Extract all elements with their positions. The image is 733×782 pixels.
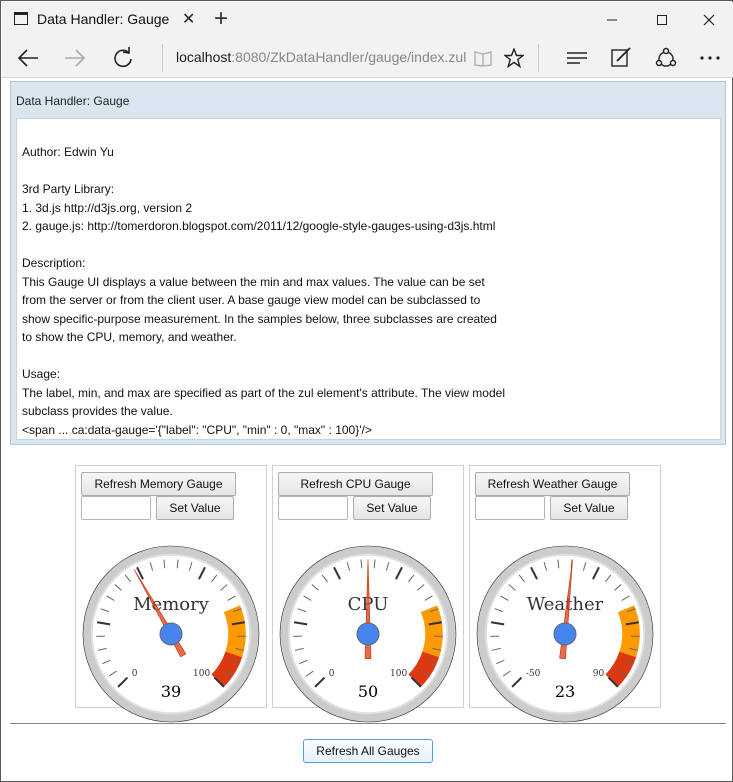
book-icon [474,51,492,67]
address-bar[interactable]: localhost:8080/ZkDataHandler/gauge/index… [176,49,466,65]
maximize-icon [657,15,667,25]
gauge-needle-hub [159,622,183,646]
refresh-all-gauges-button[interactable]: Refresh All Gauges [303,739,433,763]
gauge-label: Memory [133,594,210,615]
refresh-memory-gauge-button[interactable]: Refresh Memory Gauge [81,472,236,496]
star-icon [504,48,524,68]
back-arrow-icon [17,49,38,67]
description-line: Usage: [22,367,61,381]
refresh-button[interactable] [105,42,141,74]
navigation-bar: localhost:8080/ZkDataHandler/gauge/index… [2,38,733,78]
url-separator [162,44,163,72]
gauge-value-input[interactable] [278,496,348,520]
share-icon [655,47,677,67]
description-line: show specific-purpose measurement. In th… [22,311,497,326]
maximize-button[interactable] [639,2,685,38]
close-icon [703,14,715,26]
url-host: localhost [176,49,232,65]
info-panel: Data Handler: Gauge Author: Edwin Yu 3rd … [10,81,726,445]
gauge-value-input[interactable] [81,496,151,520]
tab-title: Data Handler: Gauge [37,11,170,27]
gauge-label: Weather [527,594,604,615]
favorite-button[interactable] [500,44,528,72]
hub-button[interactable] [563,44,591,72]
description-line: to show the CPU, memory, and weather. [22,330,237,344]
description-line: Author: Edwin Yu [22,145,114,159]
close-tab-icon[interactable]: ✕ [182,9,195,29]
toolbar-separator [538,44,539,72]
refresh-cpu-gauge-button[interactable]: Refresh CPU Gauge [278,472,433,496]
gauge-card-memory: Refresh Memory Gauge Set Value 0 100 Memory 3… [75,465,267,723]
back-button[interactable] [10,42,46,74]
gauge-value-text: 23 [555,682,575,701]
forward-arrow-icon [65,49,86,67]
description-line [22,236,720,255]
url-path: :8080/ZkDataHandler/gauge/index.zul [231,49,467,65]
set-value-button[interactable]: Set Value [550,496,628,520]
description-line: 2. gauge.js: http://tomerdoron.blogspot.… [22,219,496,233]
title-bar: Data Handler: Gauge ✕ + [2,2,733,38]
pen-icon [611,47,631,67]
divider [10,723,726,724]
forward-button[interactable] [57,42,93,74]
set-value-button[interactable]: Set Value [156,496,234,520]
description-line: The label, min, and max are specified as… [22,385,505,400]
new-tab-icon[interactable]: + [214,5,228,33]
description-line: This Gauge UI displays a value between t… [22,274,485,289]
gauge-needle-hub [356,622,380,646]
panel-title: Data Handler: Gauge [16,94,130,108]
gauge-value-input[interactable] [475,496,545,520]
browser-tab[interactable]: Data Handler: Gauge ✕ [2,2,207,38]
more-button[interactable] [696,44,724,72]
gauge-dial: -50 90 Weather 23 [476,545,654,723]
reading-view-button[interactable] [469,44,497,72]
more-icon [700,56,720,60]
close-window-button[interactable] [686,2,732,38]
refresh-icon [114,47,132,68]
gauge-min-label: 0 [132,669,138,679]
gauge-dial: 0 100 Memory 39 [82,545,260,723]
page-icon [14,12,28,25]
gauge-card-cpu: Refresh CPU GaugeSet Value0100CPU50 [272,465,464,723]
minimize-icon [607,19,617,21]
description-line: 3rd Party Library: [22,182,115,196]
description-line [22,347,720,366]
description-line: 1. 3d.js http://d3js.org, version 2 [22,200,193,215]
gauge-min-label: 0 [329,669,335,679]
minimize-button[interactable] [589,2,635,38]
description-line [22,162,720,181]
description-line: from the server or from the client user.… [22,293,481,307]
gauge-max-label: 90 [593,669,605,679]
gauge-max-label: 100 [390,669,407,679]
hub-icon [567,52,587,64]
share-button[interactable] [652,44,680,72]
browser-window: Data Handler: Gauge ✕ + localhost:8080/Z… [0,0,733,782]
panel-body: Author: Edwin Yu 3rd Party Library: 1. 3d.… [16,118,721,440]
gauge-needle-hub [553,622,577,646]
description-line: Description: [22,256,86,270]
description-line: subclass provides the value. [22,404,173,418]
gauge-value-text: 50 [358,682,378,701]
gauge-card-weather: Refresh Weather Gauge Set Value -50 90 Weath… [469,465,661,723]
web-note-button[interactable] [607,44,635,72]
gauge-min-label: -50 [526,669,541,679]
gauge-dial: 0100CPU50 [279,545,457,723]
refresh-weather-gauge-button[interactable]: Refresh Weather Gauge [475,472,630,496]
gauge-value-text: 39 [161,682,181,701]
set-value-button[interactable]: Set Value [353,496,431,520]
description-line: <span ... ca:data-gauge='{"label": "CPU"… [22,422,372,437]
gauge-max-label: 100 [193,669,210,679]
